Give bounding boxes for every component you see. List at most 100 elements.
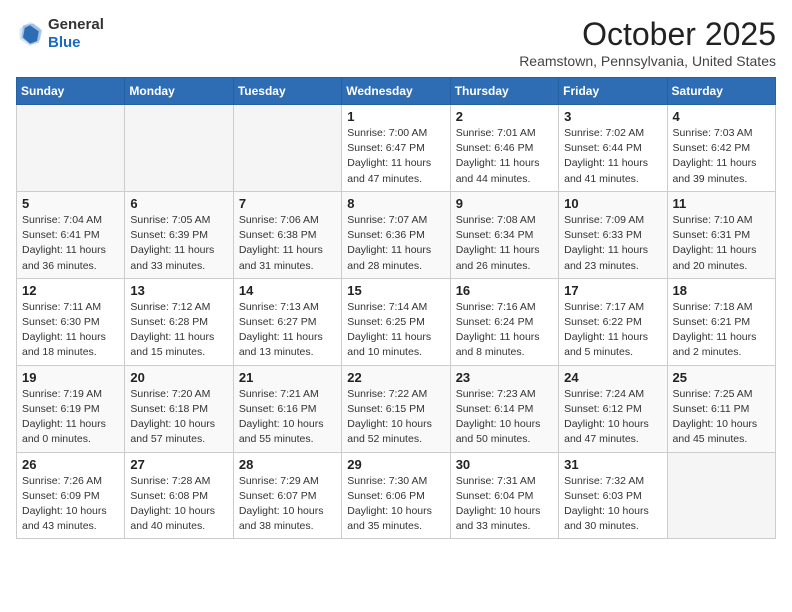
day-info: Sunrise: 7:08 AM Sunset: 6:34 PM Dayligh… [456, 213, 553, 274]
day-number: 14 [239, 283, 336, 298]
calendar-cell: 21 Sunrise: 7:21 AM Sunset: 6:16 PM Dayli… [233, 365, 341, 452]
day-info: Sunrise: 7:21 AM Sunset: 6:16 PM Dayligh… [239, 387, 336, 448]
calendar-cell: 14 Sunrise: 7:13 AM Sunset: 6:27 PM Dayli… [233, 278, 341, 365]
calendar-cell: 15Sunrise: 7:14 AM Sunset: 6:25 PM Dayli… [342, 278, 450, 365]
day-info: Sunrise: 7:10 AM Sunset: 6:31 PM Dayligh… [673, 213, 770, 274]
day-info: Sunrise: 7:03 AM Sunset: 6:42 PM Dayligh… [673, 126, 770, 187]
day-number: 18 [673, 283, 770, 298]
day-info: Sunrise: 7:17 AM Sunset: 6:22 PM Dayligh… [564, 300, 661, 361]
day-info: Sunrise: 7:30 AM Sunset: 6:06 PM Dayligh… [347, 474, 444, 535]
calendar-week-2: 5Sunrise: 7:04 AM Sunset: 6:41 PM Daylig… [17, 191, 776, 278]
day-info: Sunrise: 7:16 AM Sunset: 6:24 PM Dayligh… [456, 300, 553, 361]
day-info: Sunrise: 7:11 AM Sunset: 6:30 PM Dayligh… [22, 300, 119, 361]
day-number: 13 [130, 283, 227, 298]
calendar-cell: 11Sunrise: 7:10 AM Sunset: 6:31 PM Dayli… [667, 191, 775, 278]
day-info: Sunrise: 7:04 AM Sunset: 6:41 PM Dayligh… [22, 213, 119, 274]
day-header-saturday: Saturday [667, 78, 775, 105]
day-info: Sunrise: 7:07 AM Sunset: 6:36 PM Dayligh… [347, 213, 444, 274]
day-header-sunday: Sunday [17, 78, 125, 105]
day-header-thursday: Thursday [450, 78, 558, 105]
day-info: Sunrise: 7:24 AM Sunset: 6:12 PM Dayligh… [564, 387, 661, 448]
day-number: 24 [564, 370, 661, 385]
calendar-cell: 18Sunrise: 7:18 AM Sunset: 6:21 PM Dayli… [667, 278, 775, 365]
day-info: Sunrise: 7:25 AM Sunset: 6:11 PM Dayligh… [673, 387, 770, 448]
day-number: 4 [673, 109, 770, 124]
day-number: 10 [564, 196, 661, 211]
day-number: 9 [456, 196, 553, 211]
day-number: 12 [22, 283, 119, 298]
day-info: Sunrise: 7:19 AM Sunset: 6:19 PM Dayligh… [22, 387, 119, 448]
calendar-cell: 24 Sunrise: 7:24 AM Sunset: 6:12 PM Dayli… [559, 365, 667, 452]
day-info: Sunrise: 7:20 AM Sunset: 6:18 PM Dayligh… [130, 387, 227, 448]
calendar-cell: 1Sunrise: 7:00 AM Sunset: 6:47 PM Daylig… [342, 105, 450, 192]
location-subtitle: Reamstown, Pennsylvania, United States [519, 53, 776, 69]
calendar-cell: 20 Sunrise: 7:20 AM Sunset: 6:18 PM Dayli… [125, 365, 233, 452]
calendar-cell [125, 105, 233, 192]
day-info: Sunrise: 7:23 AM Sunset: 6:14 PM Dayligh… [456, 387, 553, 448]
day-number: 27 [130, 457, 227, 472]
calendar-cell: 22 Sunrise: 7:22 AM Sunset: 6:15 PM Dayli… [342, 365, 450, 452]
day-number: 23 [456, 370, 553, 385]
page-header: General Blue October 2025 Reamstown, Pen… [16, 16, 776, 69]
calendar-cell: 4 Sunrise: 7:03 AM Sunset: 6:42 PM Daylig… [667, 105, 775, 192]
day-number: 7 [239, 196, 336, 211]
month-title: October 2025 [519, 16, 776, 53]
day-header-friday: Friday [559, 78, 667, 105]
calendar-cell [667, 452, 775, 539]
calendar-week-5: 26 Sunrise: 7:26 AM Sunset: 6:09 PM Dayli… [17, 452, 776, 539]
calendar-cell: 25 Sunrise: 7:25 AM Sunset: 6:11 PM Dayli… [667, 365, 775, 452]
calendar-cell: 30Sunrise: 7:31 AM Sunset: 6:04 PM Dayli… [450, 452, 558, 539]
day-info: Sunrise: 7:22 AM Sunset: 6:15 PM Dayligh… [347, 387, 444, 448]
day-info: Sunrise: 7:00 AM Sunset: 6:47 PM Dayligh… [347, 126, 444, 187]
title-block: October 2025 Reamstown, Pennsylvania, Un… [519, 16, 776, 69]
day-info: Sunrise: 7:28 AM Sunset: 6:08 PM Dayligh… [130, 474, 227, 535]
day-info: Sunrise: 7:32 AM Sunset: 6:03 PM Dayligh… [564, 474, 661, 535]
calendar-cell: 27 Sunrise: 7:28 AM Sunset: 6:08 PM Dayli… [125, 452, 233, 539]
day-info: Sunrise: 7:26 AM Sunset: 6:09 PM Dayligh… [22, 474, 119, 535]
day-number: 31 [564, 457, 661, 472]
calendar-cell: 8 Sunrise: 7:07 AM Sunset: 6:36 PM Daylig… [342, 191, 450, 278]
logo: General Blue [16, 16, 104, 52]
day-number: 28 [239, 457, 336, 472]
logo-text: General Blue [48, 16, 104, 52]
day-info: Sunrise: 7:06 AM Sunset: 6:38 PM Dayligh… [239, 213, 336, 274]
day-info: Sunrise: 7:02 AM Sunset: 6:44 PM Dayligh… [564, 126, 661, 187]
day-info: Sunrise: 7:13 AM Sunset: 6:27 PM Dayligh… [239, 300, 336, 361]
calendar-week-4: 19 Sunrise: 7:19 AM Sunset: 6:19 PM Dayli… [17, 365, 776, 452]
calendar-cell: 10Sunrise: 7:09 AM Sunset: 6:33 PM Dayli… [559, 191, 667, 278]
day-number: 6 [130, 196, 227, 211]
day-number: 8 [347, 196, 444, 211]
calendar-cell: 13 Sunrise: 7:12 AM Sunset: 6:28 PM Dayli… [125, 278, 233, 365]
calendar-cell: 16 Sunrise: 7:16 AM Sunset: 6:24 PM Dayli… [450, 278, 558, 365]
day-number: 21 [239, 370, 336, 385]
calendar-cell: 12 Sunrise: 7:11 AM Sunset: 6:30 PM Dayli… [17, 278, 125, 365]
day-info: Sunrise: 7:14 AM Sunset: 6:25 PM Dayligh… [347, 300, 444, 361]
calendar-cell: 5Sunrise: 7:04 AM Sunset: 6:41 PM Daylig… [17, 191, 125, 278]
day-number: 25 [673, 370, 770, 385]
calendar-cell: 7 Sunrise: 7:06 AM Sunset: 6:38 PM Daylig… [233, 191, 341, 278]
day-number: 20 [130, 370, 227, 385]
calendar-cell: 28Sunrise: 7:29 AM Sunset: 6:07 PM Dayli… [233, 452, 341, 539]
day-header-wednesday: Wednesday [342, 78, 450, 105]
calendar-week-3: 12 Sunrise: 7:11 AM Sunset: 6:30 PM Dayli… [17, 278, 776, 365]
calendar-cell: 6Sunrise: 7:05 AM Sunset: 6:39 PM Daylig… [125, 191, 233, 278]
calendar-cell: 26 Sunrise: 7:26 AM Sunset: 6:09 PM Dayli… [17, 452, 125, 539]
calendar-cell [17, 105, 125, 192]
day-number: 16 [456, 283, 553, 298]
day-number: 17 [564, 283, 661, 298]
day-number: 26 [22, 457, 119, 472]
calendar-table: SundayMondayTuesdayWednesdayThursdayFrid… [16, 77, 776, 539]
day-number: 22 [347, 370, 444, 385]
day-number: 29 [347, 457, 444, 472]
day-number: 2 [456, 109, 553, 124]
calendar-cell: 3Sunrise: 7:02 AM Sunset: 6:44 PM Daylig… [559, 105, 667, 192]
calendar-cell: 29 Sunrise: 7:30 AM Sunset: 6:06 PM Dayli… [342, 452, 450, 539]
calendar-cell: 19 Sunrise: 7:19 AM Sunset: 6:19 PM Dayli… [17, 365, 125, 452]
calendar-week-1: 1Sunrise: 7:00 AM Sunset: 6:47 PM Daylig… [17, 105, 776, 192]
day-header-monday: Monday [125, 78, 233, 105]
calendar-cell: 31 Sunrise: 7:32 AM Sunset: 6:03 PM Dayli… [559, 452, 667, 539]
day-info: Sunrise: 7:31 AM Sunset: 6:04 PM Dayligh… [456, 474, 553, 535]
calendar-cell: 23 Sunrise: 7:23 AM Sunset: 6:14 PM Dayli… [450, 365, 558, 452]
day-number: 19 [22, 370, 119, 385]
day-info: Sunrise: 7:12 AM Sunset: 6:28 PM Dayligh… [130, 300, 227, 361]
